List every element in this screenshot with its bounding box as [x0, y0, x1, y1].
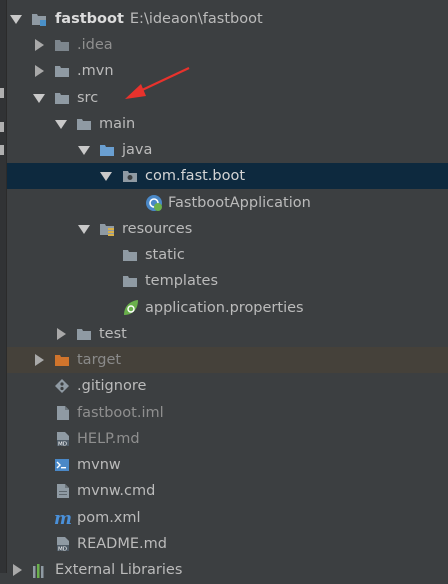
red-pointer-arrow [125, 67, 190, 99]
